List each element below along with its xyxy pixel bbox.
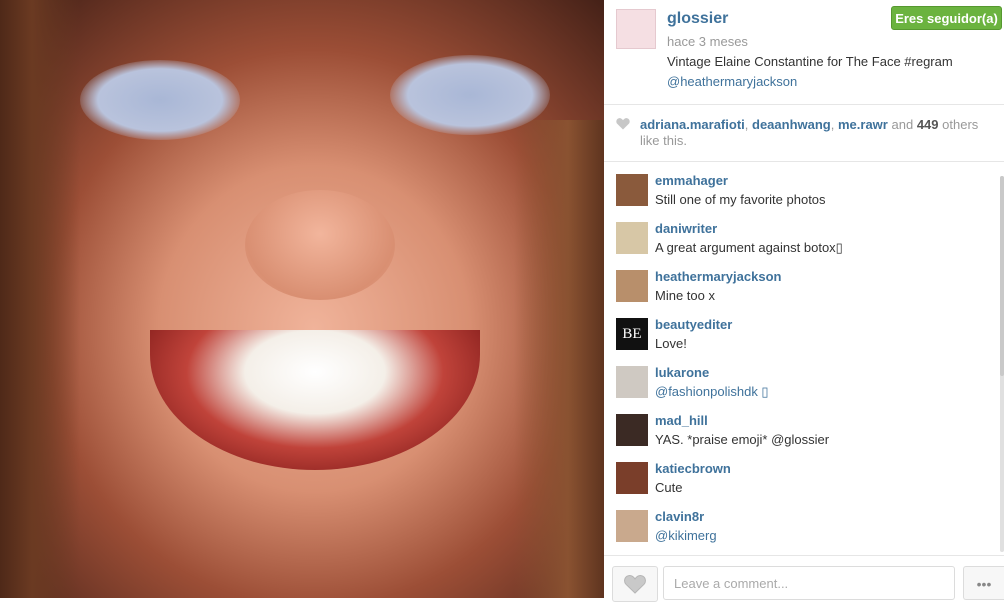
likes-summary: adriana.marafioti, deaanhwang, me.rawr a…	[640, 117, 979, 148]
post-header: glossier hace 3 meses Vintage Elaine Con…	[604, 0, 1004, 105]
post-timestamp: hace 3 meses	[667, 34, 748, 49]
photo-mouth	[150, 330, 480, 470]
commenter-username[interactable]: clavin8r	[655, 509, 704, 524]
commenter-avatar[interactable]	[616, 222, 648, 254]
likes-and: and	[891, 117, 914, 132]
commenter-username[interactable]: mad_hill	[655, 413, 708, 428]
owner-avatar[interactable]	[616, 9, 656, 49]
comment-text: Still one of my favorite photos	[655, 192, 826, 207]
photo-eye-right	[390, 55, 550, 135]
photo-nose	[245, 190, 395, 300]
comment-item: BE beautyediter Love!	[604, 306, 994, 354]
comment-text: Cute	[655, 480, 683, 495]
commenter-username[interactable]: heathermaryjackson	[655, 269, 781, 284]
commenter-avatar[interactable]: BE	[616, 318, 648, 350]
comments-scrollbar-thumb[interactable]	[1000, 176, 1004, 376]
owner-username[interactable]: glossier	[667, 10, 728, 28]
comment-text: YAS. *praise emoji* @glossier	[655, 432, 830, 447]
comment-item: emmahager Still one of my favorite photo…	[604, 162, 994, 210]
comment-item: daniwriter A great argument against boto…	[604, 210, 994, 258]
commenter-avatar[interactable]	[616, 414, 648, 446]
like-user-link[interactable]: deaanhwang	[752, 117, 831, 132]
comment-text: @kikimerg	[655, 528, 717, 543]
like-user-link[interactable]: me.rawr	[838, 117, 888, 132]
photo-eye-left	[80, 60, 240, 140]
likes-count[interactable]: 449	[917, 117, 939, 132]
ellipsis-icon: •••	[976, 576, 992, 592]
comment-text: @fashionpolishdk ▯	[655, 384, 769, 400]
commenter-username[interactable]: emmahager	[655, 173, 728, 188]
commenter-avatar[interactable]	[616, 270, 648, 302]
commenter-username[interactable]: katiecbrown	[655, 461, 731, 476]
comment-item: heathermaryjackson Mine too x	[604, 258, 994, 306]
comment-text: Love!	[655, 336, 687, 351]
comment-item: lukarone @fashionpolishdk ▯	[604, 354, 994, 402]
comment-bar: •••	[604, 555, 1004, 602]
heart-icon	[616, 118, 630, 130]
comment-item: mad_hill YAS. *praise emoji* @glossier	[604, 402, 994, 450]
comment-text: A great argument against botox▯	[655, 240, 843, 255]
following-button[interactable]: Eres seguidor(a)	[891, 6, 1002, 30]
commenter-avatar[interactable]	[616, 174, 648, 206]
post-caption: Vintage Elaine Constantine for The Face …	[667, 54, 953, 69]
post-photo[interactable]	[0, 0, 604, 598]
comment-input[interactable]	[663, 566, 955, 600]
comment-text: Mine too x	[655, 288, 715, 303]
commenter-avatar[interactable]	[616, 510, 648, 542]
heart-outline-icon	[624, 575, 646, 594]
commenter-username[interactable]: lukarone	[655, 365, 709, 380]
like-button[interactable]	[612, 566, 658, 602]
comment-mention[interactable]: @fashionpolishdk ▯	[655, 384, 769, 399]
commenter-avatar[interactable]	[616, 366, 648, 398]
comment-mention[interactable]: @kikimerg	[655, 528, 717, 543]
commenter-username[interactable]: daniwriter	[655, 221, 717, 236]
like-user-link[interactable]: adriana.marafioti	[640, 117, 745, 132]
commenter-avatar[interactable]	[616, 462, 648, 494]
photo-hair-left	[0, 0, 80, 598]
photo-hair-right	[514, 120, 604, 598]
caption-mention[interactable]: @heathermaryjackson	[667, 74, 797, 89]
comment-item: katiecbrown Cute	[604, 450, 994, 498]
more-options-button[interactable]: •••	[963, 566, 1004, 600]
comment-item: clavin8r @kikimerg	[604, 498, 994, 546]
comments-list[interactable]: emmahager Still one of my favorite photo…	[604, 162, 1004, 555]
commenter-username[interactable]: beautyediter	[655, 317, 732, 332]
post-sidebar: glossier hace 3 meses Vintage Elaine Con…	[604, 0, 1004, 602]
